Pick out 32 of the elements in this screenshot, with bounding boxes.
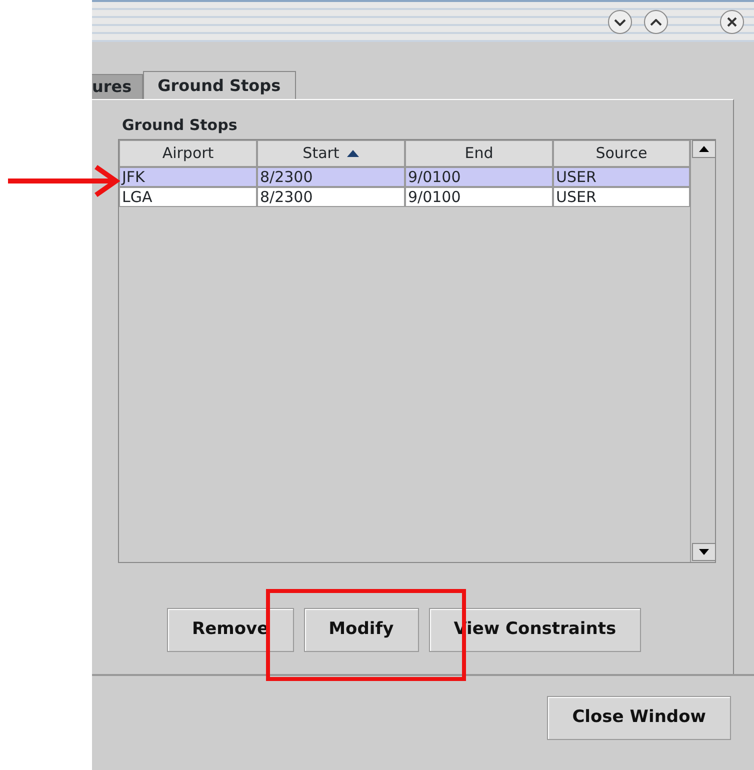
table-row[interactable]: LGA 8/2300 9/0100 USER bbox=[119, 186, 690, 206]
minimize-button[interactable] bbox=[608, 10, 632, 34]
action-button[interactable]: Remove bbox=[167, 608, 294, 652]
table-cell: JFK bbox=[119, 166, 257, 186]
scrollbar[interactable] bbox=[690, 140, 716, 562]
group-title: Ground Stops bbox=[122, 115, 238, 136]
up-arrow-icon bbox=[699, 146, 709, 152]
table-cell: 8/2300 bbox=[257, 186, 405, 206]
down-arrow-icon bbox=[699, 548, 709, 554]
table-cell: 8/2300 bbox=[257, 166, 405, 186]
scroll-down-button[interactable] bbox=[692, 542, 716, 560]
table-cell: 9/0100 bbox=[405, 186, 553, 206]
column-header[interactable]: Start bbox=[257, 140, 405, 166]
tab[interactable]: Ground Stops bbox=[142, 71, 296, 99]
minimize-icon bbox=[614, 18, 626, 26]
table-cell: LGA bbox=[119, 186, 257, 206]
close-window-button[interactable]: Close Window bbox=[547, 696, 731, 740]
table-cell: 9/0100 bbox=[405, 166, 553, 186]
close-button[interactable] bbox=[720, 10, 744, 34]
table-cell: USER bbox=[553, 186, 690, 206]
sort-ascending-icon bbox=[347, 150, 360, 156]
maximize-button[interactable] bbox=[644, 10, 668, 34]
column-header[interactable]: Airport bbox=[119, 140, 257, 166]
column-header[interactable]: Source bbox=[553, 140, 690, 166]
column-header[interactable]: End bbox=[405, 140, 553, 166]
maximize-icon bbox=[650, 18, 662, 26]
close-icon bbox=[727, 17, 737, 27]
action-button[interactable]: Modify bbox=[304, 608, 419, 652]
tab[interactable]: ures bbox=[92, 74, 143, 99]
table-row[interactable]: JFK 8/2300 9/0100 USER bbox=[119, 166, 690, 186]
table-cell: USER bbox=[553, 166, 690, 186]
scroll-up-button[interactable] bbox=[692, 140, 716, 158]
